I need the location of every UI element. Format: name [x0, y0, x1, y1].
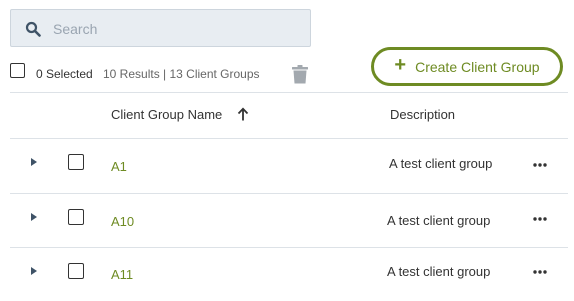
create-client-group-label: Create Client Group: [415, 58, 540, 75]
client-group-description: A test client group: [389, 156, 493, 171]
client-group-name-link[interactable]: A10: [111, 214, 134, 229]
search-input[interactable]: [51, 16, 305, 42]
trash-icon[interactable]: [291, 65, 309, 84]
selected-count: 0 Selected: [36, 67, 93, 81]
caret-right-icon[interactable]: [31, 213, 37, 221]
more-horizontal-icon[interactable]: [533, 270, 547, 274]
caret-right-icon[interactable]: [31, 267, 37, 275]
plus-icon: +: [394, 54, 407, 76]
column-header-description: Description: [390, 107, 456, 122]
client-group-description: A test client group: [387, 264, 491, 279]
column-header-client-group-name[interactable]: Client Group Name: [111, 107, 222, 122]
table-row: A10 A test client group: [0, 193, 574, 247]
row-checkbox[interactable]: [68, 263, 84, 279]
caret-right-icon[interactable]: [31, 158, 37, 166]
arrow-up-icon[interactable]: [237, 107, 249, 121]
row-checkbox[interactable]: [68, 154, 84, 170]
create-client-group-button[interactable]: + Create Client Group: [371, 47, 563, 86]
more-horizontal-icon[interactable]: [533, 217, 547, 221]
table-row: A11 A test client group: [0, 247, 574, 301]
row-checkbox[interactable]: [68, 209, 84, 225]
search-icon: [25, 21, 41, 37]
client-group-name-link[interactable]: A1: [111, 159, 127, 174]
divider: [10, 92, 568, 93]
select-all-checkbox[interactable]: [10, 63, 25, 78]
search-box[interactable]: [10, 9, 311, 47]
client-group-name-link[interactable]: A11: [111, 267, 133, 282]
results-summary: 10 Results | 13 Client Groups: [103, 67, 260, 81]
more-horizontal-icon[interactable]: [533, 163, 547, 167]
table-row: A1 A test client group: [0, 138, 574, 192]
client-group-description: A test client group: [387, 213, 491, 228]
